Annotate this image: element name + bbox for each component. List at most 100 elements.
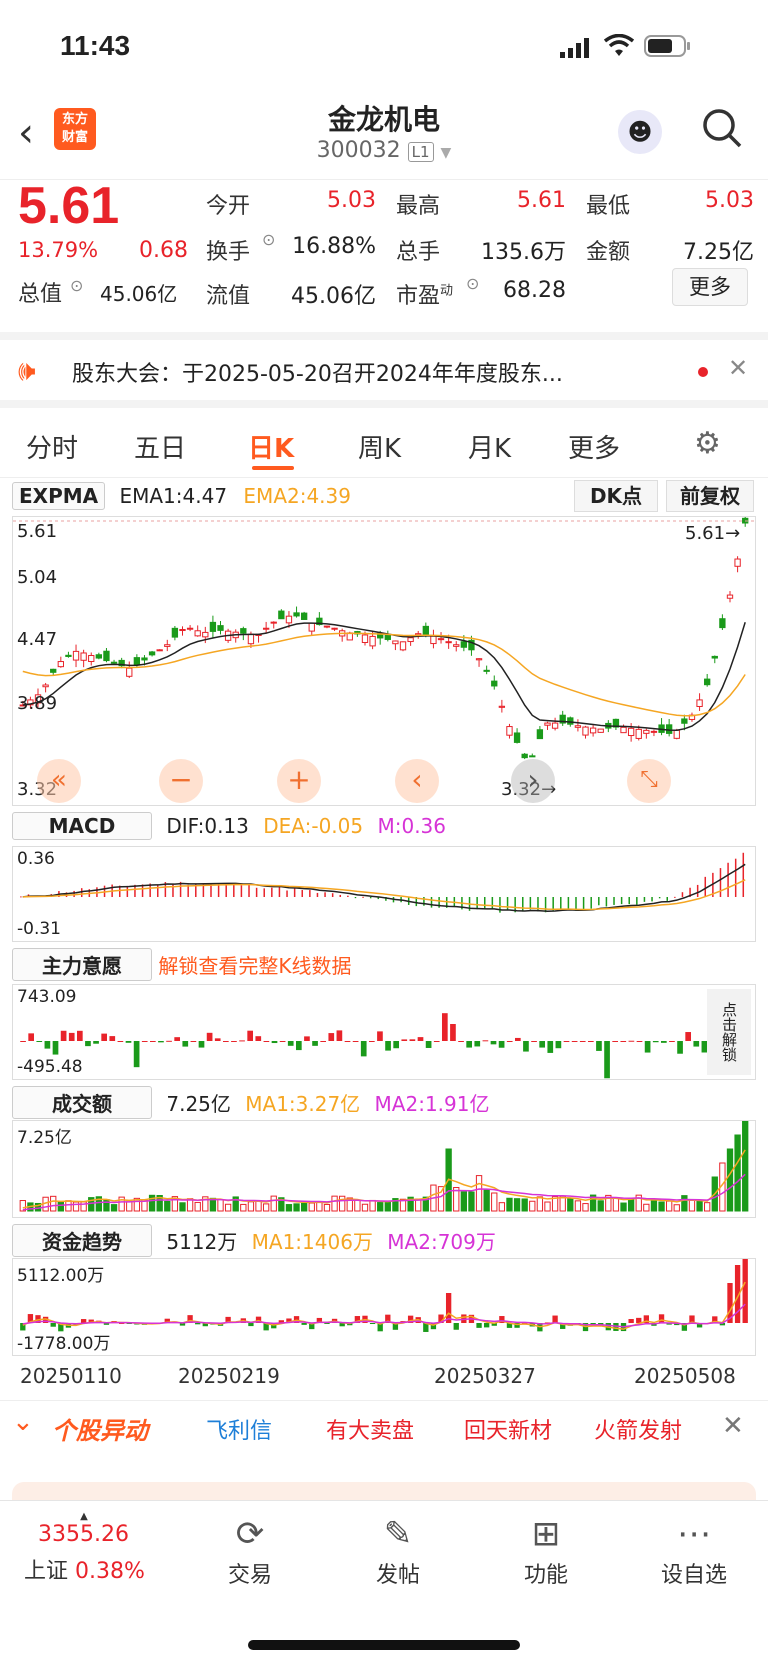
- indicator-select[interactable]: EXPMA: [12, 482, 106, 510]
- adjust-button[interactable]: 前复权: [666, 480, 754, 512]
- mainforce-bar: [279, 1041, 286, 1042]
- candle: [399, 641, 407, 651]
- mainforce-bar: [93, 1041, 99, 1044]
- search-icon[interactable]: [700, 106, 744, 154]
- dk-button[interactable]: DK点: [574, 480, 658, 512]
- candle: [186, 627, 194, 630]
- turnover-bar: [240, 1203, 247, 1212]
- turnover-bar: [498, 1202, 506, 1212]
- index-name: 上证: [24, 1559, 69, 1584]
- mainforce-chart: 743.09 -495.48 点击解锁: [12, 984, 756, 1080]
- nav-watchlist[interactable]: ⋯ 设自选: [644, 1511, 744, 1589]
- mainforce-bar: [490, 1041, 497, 1045]
- tab-intraday[interactable]: 分时: [26, 428, 78, 465]
- fullscreen-button[interactable]: ⤡: [627, 759, 671, 803]
- mainforce-bar: [693, 1041, 700, 1047]
- fund-bar: [476, 1323, 482, 1328]
- candle: [384, 634, 391, 640]
- candle: [437, 638, 445, 641]
- info-icon[interactable]: ⊙: [70, 276, 83, 295]
- candle: [308, 622, 315, 632]
- battery-icon: [644, 35, 692, 63]
- nav-function[interactable]: ⊞ 功能: [496, 1511, 596, 1589]
- unlock-link[interactable]: 解锁查看完整K线数据: [158, 954, 351, 978]
- gear-icon[interactable]: ⚙: [694, 426, 721, 461]
- mover-item[interactable]: 有大卖盘: [326, 1413, 414, 1445]
- info-icon[interactable]: ⊙: [262, 230, 275, 249]
- turnover-bar: [491, 1192, 498, 1212]
- notice-bar[interactable]: 🕪 股东大会：于2025-05-20召开2024年年度股东... ✕: [0, 340, 768, 408]
- tab-daily-k[interactable]: 日K: [248, 428, 294, 465]
- fund-bar: [742, 1259, 748, 1323]
- scroll-left-button[interactable]: ‹: [395, 759, 439, 803]
- candle: [88, 655, 95, 663]
- mainforce-bar: [174, 1037, 181, 1041]
- turnover-select[interactable]: 成交额: [12, 1086, 152, 1119]
- close-icon[interactable]: ✕: [722, 1411, 744, 1441]
- zoom-out-button[interactable]: −: [159, 759, 203, 803]
- fund-ma1-label: MA1:1406万: [251, 1230, 373, 1254]
- macd-select[interactable]: MACD: [12, 812, 152, 840]
- y-tick: 7.25亿: [17, 1128, 72, 1148]
- nav-post[interactable]: ✎ 发帖: [348, 1511, 448, 1589]
- macd-bar: [666, 897, 668, 901]
- candle: [536, 729, 544, 740]
- mover-item[interactable]: 飞利信: [206, 1413, 272, 1445]
- tab-more[interactable]: 更多: [568, 428, 620, 465]
- candle: [285, 615, 293, 624]
- scroll-left-fast-button[interactable]: «: [37, 759, 81, 803]
- turnover-bar: [567, 1198, 574, 1212]
- macd-bar: [522, 897, 524, 912]
- turnover-bar: [627, 1197, 635, 1212]
- candle: [665, 724, 673, 734]
- scroll-right-button[interactable]: ›: [511, 759, 555, 803]
- up-arrow-icon: ▲: [80, 1511, 88, 1522]
- turnover-bar: [384, 1201, 391, 1212]
- mainforce-bar: [441, 1013, 448, 1041]
- mainforce-bar: [239, 1040, 245, 1042]
- unlock-side-button[interactable]: 点击解锁: [707, 989, 751, 1075]
- nav-trade[interactable]: ⟳ 交易: [200, 1511, 300, 1589]
- macd-bar: [560, 897, 562, 909]
- promo-strip: [12, 1482, 756, 1500]
- turnover-bar: [665, 1200, 673, 1212]
- grid-icon: ⊞: [531, 1514, 561, 1554]
- tab-weekly-k[interactable]: 周K: [358, 428, 401, 465]
- mainforce-select[interactable]: 主力意愿: [12, 948, 152, 981]
- candle: [521, 753, 528, 759]
- chevron-down-icon[interactable]: ⌄: [12, 1407, 34, 1437]
- tab-monthly-k[interactable]: 月K: [468, 428, 511, 465]
- macd-bar: [742, 852, 745, 897]
- macd-bar: [704, 876, 707, 897]
- candle: [209, 621, 217, 632]
- mover-item[interactable]: 回天新材: [464, 1413, 552, 1445]
- candle: [110, 661, 118, 664]
- turnover-bar: [704, 1202, 711, 1212]
- more-button[interactable]: 更多: [672, 268, 748, 306]
- tab-5day[interactable]: 五日: [134, 428, 186, 465]
- candle: [734, 558, 741, 567]
- candle: [544, 722, 551, 726]
- robot-assistant-icon[interactable]: ☻: [618, 110, 662, 154]
- mainforce-bar: [36, 1041, 43, 1042]
- macd-bar: [430, 897, 433, 908]
- candle: [171, 627, 179, 638]
- mover-item[interactable]: 火箭发射: [594, 1413, 682, 1445]
- zoom-in-button[interactable]: +: [277, 759, 321, 803]
- macd-bar: [696, 884, 699, 897]
- macd-bar: [605, 897, 608, 907]
- close-icon[interactable]: ✕: [728, 354, 748, 382]
- mainforce-bar: [141, 1041, 148, 1042]
- candle: [650, 730, 658, 733]
- info-icon[interactable]: ⊙: [466, 274, 479, 293]
- active-tab-underline: [252, 466, 294, 470]
- mainforce-bar: [417, 1037, 424, 1041]
- mainforce-bar: [166, 1040, 172, 1042]
- mainforce-bar: [644, 1041, 651, 1053]
- mainforce-bar: [304, 1036, 310, 1041]
- index-ticker[interactable]: ▲ 3355.26 上证 0.38%: [24, 1511, 184, 1585]
- more-icon: ⋯: [677, 1514, 711, 1554]
- fund-select[interactable]: 资金趋势: [12, 1224, 152, 1257]
- date-label: 20250110: [20, 1364, 122, 1388]
- kline-chart[interactable]: 5.61 5.04 4.47 3.89 3.32 5.61→ 3.32→ « −…: [12, 516, 756, 806]
